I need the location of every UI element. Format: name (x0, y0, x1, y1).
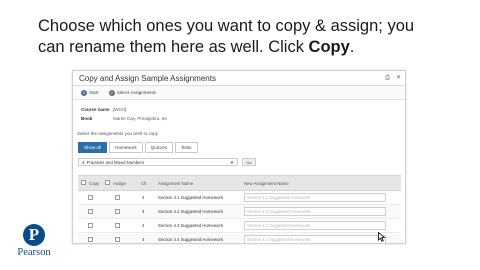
col-copy: Copy (89, 181, 100, 186)
caption-line-1: Choose which ones you want to copy & ass… (38, 17, 415, 35)
assign-checkbox[interactable] (115, 195, 120, 200)
step-1-number[interactable]: 1 (81, 90, 87, 96)
cursor-icon (378, 232, 386, 242)
title-icons: ⎙ ✕ (379, 71, 401, 86)
tab-homework[interactable]: Homework (109, 142, 143, 153)
copy-checkbox[interactable] (88, 237, 93, 242)
step-2-number[interactable]: 2 (108, 90, 115, 96)
pearson-wordmark: Pearson (17, 247, 51, 258)
pearson-logo: P Pearson (10, 224, 58, 258)
copy-checkbox[interactable] (88, 209, 93, 214)
caption-period: . (349, 38, 355, 56)
filter-tabs: Show All Homework Quizzes Tests (78, 142, 200, 153)
chapter-select-value: 4. Fractions and Mixed Numbers (82, 160, 145, 165)
select-all-assign-checkbox[interactable] (105, 180, 110, 185)
table-row: 4 Section 4.2 Suggested Homework Section… (78, 205, 401, 219)
chapter-cell: 4 (142, 223, 145, 228)
chapter-cell: 4 (142, 195, 145, 200)
copy-checkbox[interactable] (88, 195, 93, 200)
chapter-cell: 4 (142, 237, 145, 242)
course-name-value: [WDU] (113, 107, 127, 112)
new-name-input[interactable]: Section 4.4 Suggested Homework (244, 235, 386, 243)
assign-checkbox[interactable] (115, 237, 120, 242)
col-assignment-name: Assignment Name (158, 181, 194, 186)
chapter-cell: 4 (142, 209, 145, 214)
assign-checkbox[interactable] (115, 209, 120, 214)
col-ch: Ch (141, 181, 147, 186)
table-row: 4 Section 4.3 Suggested Homework Section… (78, 219, 401, 233)
print-icon[interactable]: ⎙ (385, 75, 390, 81)
book-value: Martin-Gay, Prealgebra, 8e (113, 116, 167, 121)
course-info: Course name [WDU] Book Martin-Gay, Prealge… (81, 105, 167, 123)
assignment-name-cell: Section 4.3 Suggested Homework (158, 223, 223, 228)
tab-show-all[interactable]: Show All (78, 142, 108, 153)
pearson-logo-letter: P (28, 225, 40, 244)
step-1-label[interactable]: Start (89, 90, 99, 95)
step-2-label[interactable]: Select Assignments (117, 90, 156, 95)
select-all-copy-checkbox[interactable] (81, 180, 86, 185)
assignment-name-cell: Section 4.4 Suggested Homework (158, 237, 223, 242)
go-button[interactable]: Go (242, 158, 256, 166)
slide-caption: Choose which ones you want to copy & ass… (38, 16, 474, 58)
table-row: 4 Section 4.1 Suggested Homework Section… (78, 191, 401, 205)
chapter-select[interactable]: 4. Fractions and Mixed Numbers ▼ (78, 158, 238, 166)
assign-checkbox[interactable] (115, 223, 120, 228)
caption-line-2: can rename them here as well. Click Copy… (38, 37, 474, 58)
new-name-input[interactable]: Section 4.3 Suggested Homework (244, 221, 386, 230)
pearson-logo-mark: P (23, 224, 45, 246)
new-name-input[interactable]: Section 4.2 Suggested Homework (244, 207, 386, 216)
book-label: Book (81, 116, 93, 121)
assignment-name-cell: Section 4.1 Suggested Homework (158, 195, 223, 200)
col-assign: Assign (113, 181, 126, 186)
caption-copy-emphasis: Copy (308, 38, 350, 56)
select-instruction: Select the assignments you wish to copy (77, 131, 159, 136)
dialog-title: Copy and Assign Sample Assignments (79, 74, 216, 83)
tab-tests[interactable]: Tests (175, 142, 198, 153)
assignments-table: Copy Assign Ch Assignment Name New Assig… (78, 175, 401, 243)
close-icon[interactable]: ✕ (396, 75, 401, 81)
course-name-label: Course name (81, 107, 110, 112)
table-row: 4 Section 4.4 Suggested Homework Section… (78, 233, 401, 243)
wizard-steps: 1 Start 2 Select Assignments (73, 86, 405, 100)
new-name-input[interactable]: Section 4.1 Suggested Homework (244, 193, 386, 202)
copy-assign-dialog: Copy and Assign Sample Assignments ⎙ ✕ 1S… (72, 70, 406, 244)
copy-checkbox[interactable] (88, 223, 93, 228)
dialog-title-bar: Copy and Assign Sample Assignments ⎙ ✕ (73, 71, 405, 86)
caret-down-icon: ▼ (230, 160, 234, 165)
table-header: Copy Assign Ch Assignment Name New Assig… (78, 175, 401, 191)
assignment-name-cell: Section 4.2 Suggested Homework (158, 209, 223, 214)
caption-line-2-text: can rename them here as well. Click (38, 38, 309, 56)
tab-quizzes[interactable]: Quizzes (144, 142, 174, 153)
col-new-assignment-name: New Assignment Name (244, 181, 289, 186)
